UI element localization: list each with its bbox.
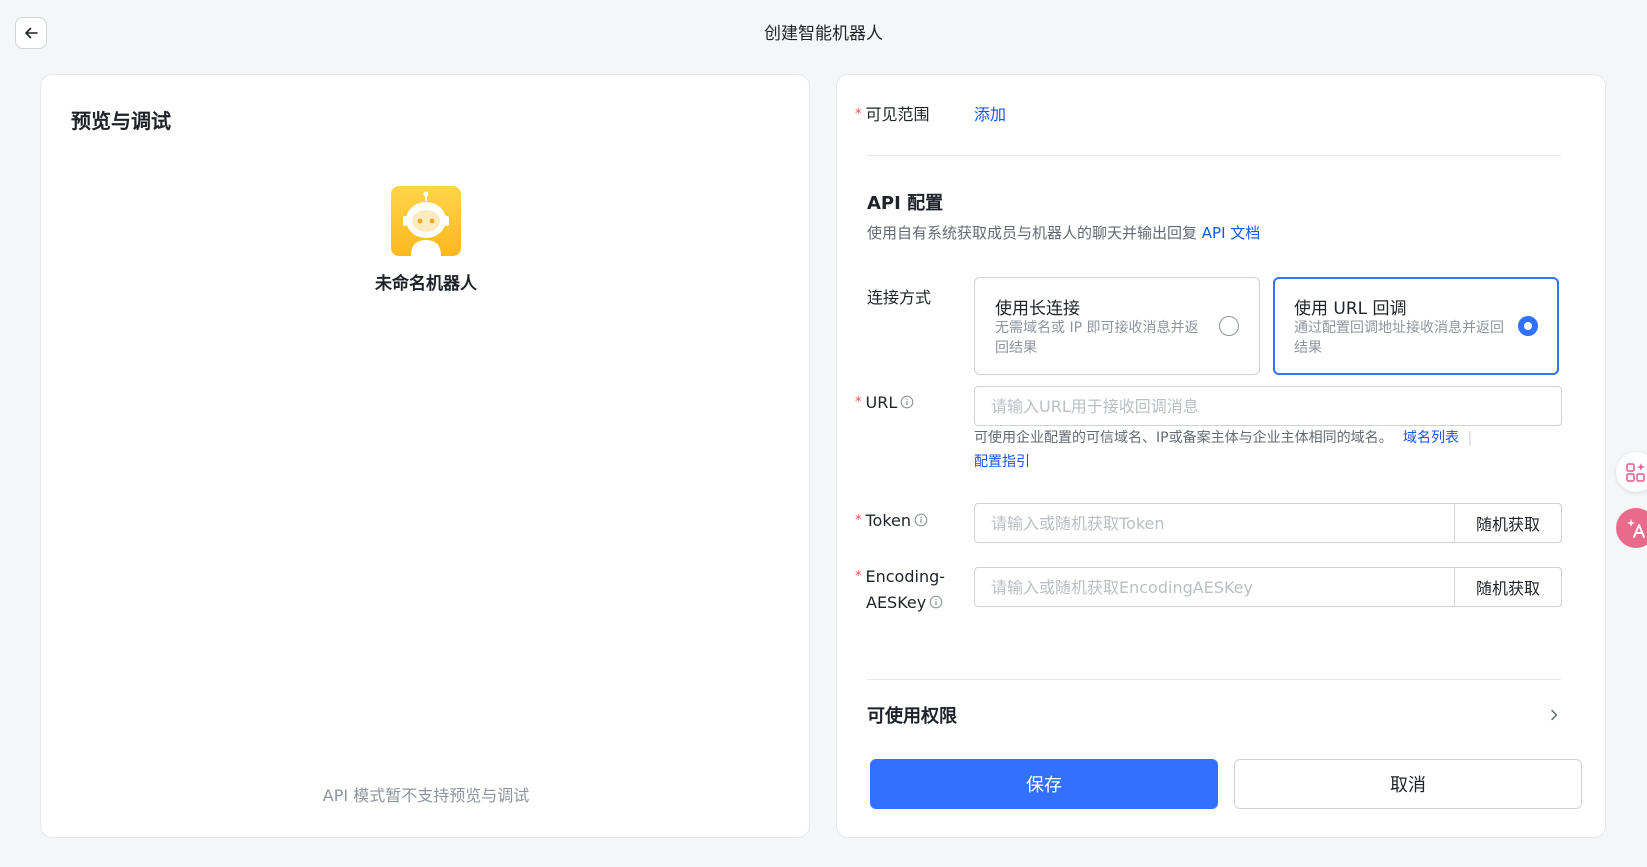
save-button[interactable]: 保存	[870, 759, 1218, 809]
back-button[interactable]	[15, 17, 47, 49]
bot-avatar	[391, 186, 461, 256]
visibility-label: * 可见范围	[855, 105, 930, 124]
apps-sparkle-icon	[1626, 463, 1645, 482]
required-mark: *	[855, 107, 862, 122]
option-desc: 无需域名或 IP 即可接收消息并返回结果	[995, 320, 1199, 356]
apps-float-button[interactable]	[1616, 452, 1647, 492]
preview-title: 预览与调试	[71, 109, 171, 133]
info-icon	[929, 595, 943, 609]
config-guide-link[interactable]: 配置指引	[974, 454, 1030, 470]
visibility-add-link[interactable]: 添加	[974, 101, 1006, 125]
aes-key-input-wrap: 随机获取	[974, 567, 1562, 607]
cancel-button[interactable]: 取消	[1234, 759, 1582, 809]
info-icon	[900, 395, 914, 409]
separator: |	[1467, 430, 1473, 446]
token-input[interactable]	[991, 513, 1447, 533]
divider	[867, 155, 1561, 156]
domain-list-link[interactable]: 域名列表	[1403, 430, 1459, 446]
token-random-button[interactable]: 随机获取	[1454, 503, 1562, 543]
option-long-connection[interactable]: 使用长连接 无需域名或 IP 即可接收消息并返回结果	[974, 277, 1260, 375]
option-title: 使用 URL 回调	[1294, 299, 1407, 319]
option-desc: 通过配置回调地址接收消息并返回结果	[1294, 320, 1504, 356]
url-hint: 可使用企业配置的可信域名、IP或备案主体与企业主体相同的域名。 域名列表 | 配…	[974, 430, 1473, 470]
api-doc-link[interactable]: API 文档	[1202, 224, 1261, 242]
chevron-right-icon	[1551, 709, 1558, 721]
url-input[interactable]	[991, 396, 1545, 416]
connection-label: 连接方式	[867, 288, 932, 307]
required-mark: *	[855, 513, 862, 528]
token-input-wrap: 随机获取	[974, 503, 1562, 543]
api-section-desc: 使用自有系统获取成员与机器人的聊天并输出回复 API 文档	[867, 224, 1261, 242]
divider	[867, 679, 1561, 680]
aes-key-random-button[interactable]: 随机获取	[1454, 567, 1562, 607]
url-label: * URL	[855, 393, 914, 412]
info-icon	[914, 513, 928, 527]
api-section-title: API 配置	[867, 193, 944, 214]
preview-panel: 预览与调试 未命名机器人 API 模式暂不支持预览与调试	[40, 74, 810, 838]
option-title: 使用长连接	[995, 299, 1080, 319]
config-panel: * 可见范围 添加 API 配置 使用自有系统获取成员与机器人的聊天并输出回复 A…	[836, 74, 1606, 838]
permissions-row[interactable]: 可使用权限	[867, 702, 1561, 728]
url-input-wrap	[974, 386, 1562, 426]
radio-button[interactable]	[1219, 316, 1239, 336]
permissions-title: 可使用权限	[867, 706, 957, 727]
aes-key-label: * Encoding- AESKey	[855, 567, 946, 612]
translate-icon	[1627, 519, 1645, 538]
aes-key-input[interactable]	[991, 577, 1447, 597]
token-label: * Token	[855, 511, 928, 530]
radio-button-selected[interactable]	[1518, 316, 1538, 336]
robot-icon	[403, 191, 449, 256]
translate-float-button[interactable]	[1616, 508, 1647, 548]
page-title: 创建智能机器人	[764, 23, 883, 44]
required-mark: *	[855, 569, 862, 584]
top-bar: 创建智能机器人	[0, 0, 1647, 62]
bot-name: 未命名机器人	[375, 274, 477, 294]
option-url-callback[interactable]: 使用 URL 回调 通过配置回调地址接收消息并返回结果	[1273, 277, 1559, 375]
arrow-left-icon	[25, 27, 38, 39]
preview-note: API 模式暂不支持预览与调试	[322, 786, 530, 805]
required-mark: *	[855, 395, 862, 410]
